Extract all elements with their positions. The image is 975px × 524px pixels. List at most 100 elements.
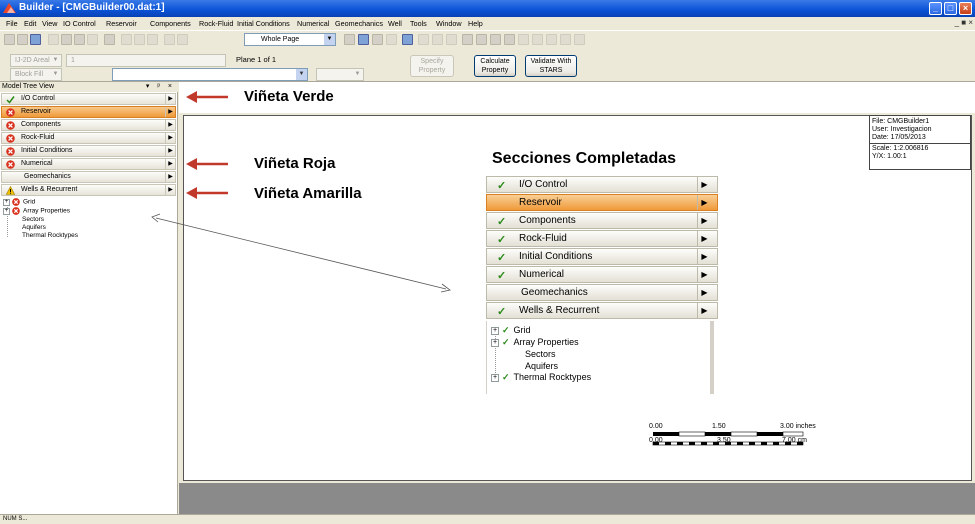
chevron-right-icon[interactable]: ▶ <box>165 172 175 182</box>
tree-item-array-properties[interactable]: + Array Properties <box>3 207 70 215</box>
cut-icon[interactable] <box>48 34 59 45</box>
menu-rock-fluid[interactable]: Rock-Fluid <box>199 19 233 28</box>
chevron-down-icon[interactable]: ▼ <box>324 34 335 45</box>
block-icon[interactable] <box>386 34 397 45</box>
section-io-control[interactable]: I/O Control ▶ <box>1 93 176 105</box>
section-rock-fluid[interactable]: Rock-Fluid ▶ <box>1 132 176 144</box>
chevron-right-icon: ▶ <box>697 195 711 210</box>
tree-item-aquifers[interactable]: Aquifers <box>22 224 46 231</box>
menu-initial-conditions[interactable]: Initial Conditions <box>237 19 290 28</box>
rotate-icon[interactable] <box>121 34 132 45</box>
properties-icon[interactable] <box>344 34 355 45</box>
pencil-icon[interactable] <box>147 34 158 45</box>
menu-view[interactable]: View <box>42 19 57 28</box>
chevron-down-icon[interactable]: ▼ <box>352 69 363 80</box>
expand-icon: + <box>491 326 499 335</box>
undo-icon[interactable] <box>87 34 98 45</box>
line-icon[interactable] <box>432 34 443 45</box>
specify-property-button[interactable]: Specify Property <box>410 55 454 77</box>
grid-view-icon[interactable] <box>402 34 413 45</box>
section-components[interactable]: Components ▶ <box>1 119 176 131</box>
new-file-icon[interactable] <box>4 34 15 45</box>
menu-window[interactable]: Window <box>436 19 462 28</box>
expand-icon[interactable]: + <box>3 198 10 206</box>
zoom-icon[interactable] <box>490 34 501 45</box>
expand-icon[interactable]: + <box>3 207 10 215</box>
chevron-right-icon[interactable]: ▶ <box>165 120 175 130</box>
paste-icon[interactable] <box>74 34 85 45</box>
inset-tree: + ✓ Grid + ✓ Array Properties Sectors Aquife… <box>486 321 714 394</box>
chevron-right-icon[interactable]: ▶ <box>165 107 175 117</box>
fill-icon[interactable] <box>546 34 557 45</box>
view-mode-value: IJ-2D Areal <box>15 57 50 64</box>
scale-value: Scale: 1:2.006816 <box>872 145 929 152</box>
pan-icon[interactable] <box>462 34 473 45</box>
tree-item-thermal-rocktypes[interactable]: Thermal Rocktypes <box>22 232 78 239</box>
property-select[interactable]: ▼ <box>112 68 308 81</box>
open-file-icon[interactable] <box>17 34 28 45</box>
pointer-icon[interactable] <box>177 34 188 45</box>
menu-tools[interactable]: Tools <box>410 19 427 28</box>
section-wells-recurrent[interactable]: Wells & Recurrent ▶ <box>1 184 176 196</box>
section-label: Rock-Fluid <box>21 134 55 141</box>
copy-icon[interactable] <box>61 34 72 45</box>
inset-section-label: Geomechanics <box>521 287 588 298</box>
mdi-controls[interactable]: _ ■ × <box>955 18 973 27</box>
select-icon[interactable] <box>418 34 429 45</box>
title-bar: Builder - [CMGBuilder00.dat:1] _ □ × <box>0 0 975 17</box>
reset-icon[interactable] <box>518 34 529 45</box>
maximize-button[interactable]: □ <box>944 2 957 15</box>
chevron-right-icon[interactable]: ▶ <box>165 146 175 156</box>
menu-io-control[interactable]: IO Control <box>63 19 96 28</box>
tree-item-grid[interactable]: + Grid <box>3 198 35 206</box>
zoom-select[interactable]: Whole Page ▼ <box>244 33 336 46</box>
menu-well[interactable]: Well <box>388 19 402 28</box>
plane-input[interactable]: 1 <box>66 54 226 67</box>
layers-icon[interactable] <box>358 34 369 45</box>
calculate-property-button[interactable]: Calculate Property <box>474 55 516 77</box>
chevron-right-icon[interactable]: ▶ <box>165 94 175 104</box>
section-numerical[interactable]: Numerical ▶ <box>1 158 176 170</box>
section-geomechanics[interactable]: Geomechanics ▶ <box>1 171 176 183</box>
edit-icon[interactable] <box>134 34 145 45</box>
move-icon[interactable] <box>476 34 487 45</box>
menu-reservoir[interactable]: Reservoir <box>106 19 137 28</box>
menu-file[interactable]: File <box>6 19 18 28</box>
grid-icon[interactable] <box>164 34 175 45</box>
chevron-right-icon[interactable]: ▶ <box>165 159 175 169</box>
chevron-right-icon[interactable]: ▶ <box>165 133 175 143</box>
table-icon[interactable] <box>372 34 383 45</box>
section-initial-conditions[interactable]: Initial Conditions ▶ <box>1 145 176 157</box>
probe-icon[interactable] <box>532 34 543 45</box>
chevron-right-icon[interactable]: ▶ <box>165 185 175 195</box>
file-info-box: File: CMGBuilder1 User: Investigacion Da… <box>869 115 971 170</box>
minimize-button[interactable]: _ <box>929 2 942 15</box>
menu-numerical[interactable]: Numerical <box>297 19 329 28</box>
validate-with-stars-button[interactable]: Validate With STARS <box>525 55 577 77</box>
chevron-down-icon[interactable]: ▼ <box>50 69 61 80</box>
chevron-down-icon[interactable]: ▼ <box>50 55 61 66</box>
error-icon <box>6 108 15 117</box>
tree-item-sectors[interactable]: Sectors <box>22 216 44 223</box>
well-icon[interactable] <box>446 34 457 45</box>
save-icon[interactable] <box>30 34 41 45</box>
chevron-down-icon[interactable]: ▼ <box>296 69 307 80</box>
contour-icon[interactable] <box>560 34 571 45</box>
close-button[interactable]: × <box>959 2 972 15</box>
menu-edit[interactable]: Edit <box>24 19 36 28</box>
print-icon[interactable] <box>104 34 115 45</box>
panel-controls[interactable]: ▾ ᵖ × <box>146 82 175 92</box>
axis-icon[interactable] <box>574 34 585 45</box>
menu-components[interactable]: Components <box>150 19 191 28</box>
menu-help[interactable]: Help <box>468 19 483 28</box>
rotate-view-icon[interactable] <box>504 34 515 45</box>
section-label: Geomechanics <box>24 173 71 180</box>
block-fill-select[interactable]: Block Fill ▼ <box>10 68 62 81</box>
annotation-yellow: Viñeta Amarilla <box>254 185 362 202</box>
scale-cm-1: 3.50 <box>717 437 731 444</box>
menu-geomechanics[interactable]: Geomechanics <box>335 19 383 28</box>
view-mode-select[interactable]: IJ-2D Areal ▼ <box>10 54 62 67</box>
section-reservoir[interactable]: Reservoir ▶ <box>1 106 176 118</box>
secondary-select[interactable]: ▼ <box>316 68 364 81</box>
scale-inch-0: 0.00 <box>649 423 663 430</box>
